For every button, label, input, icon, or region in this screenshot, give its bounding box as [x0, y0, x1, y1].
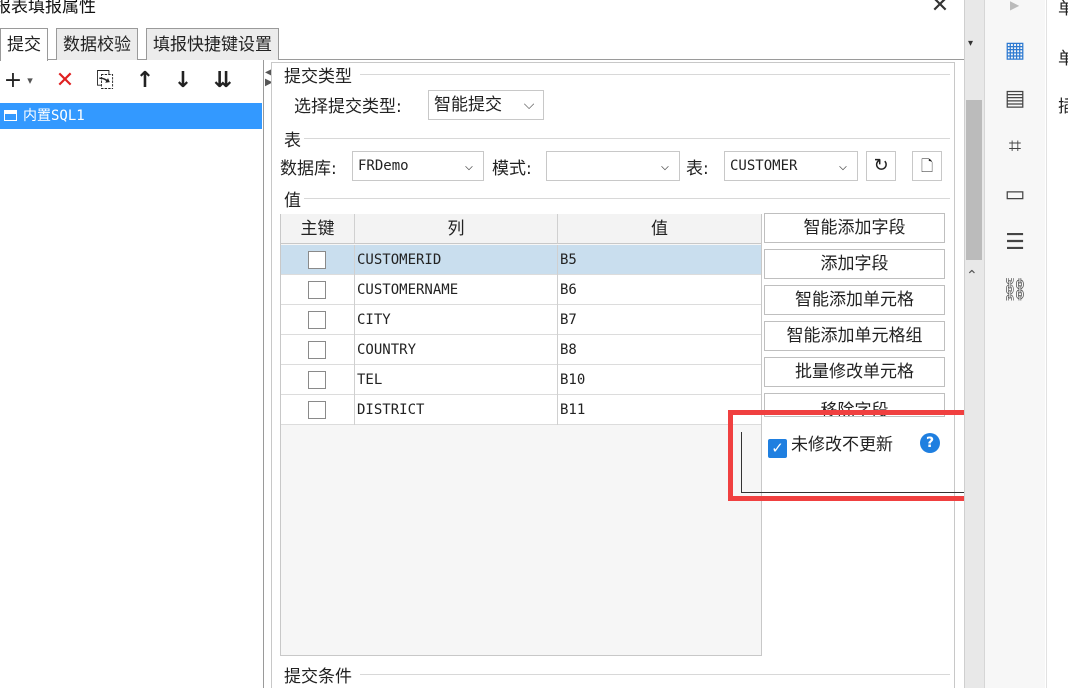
value-cell[interactable]: B6 [560, 275, 577, 305]
database-select[interactable]: FRDemo ⌵ [352, 151, 484, 181]
divider [360, 74, 950, 75]
chevron-down-icon: ⌵ [660, 158, 670, 174]
header-value[interactable]: 值 [558, 214, 761, 244]
divider [557, 245, 558, 275]
add-dropdown-icon[interactable]: ▾ [24, 66, 36, 96]
divider [557, 305, 558, 335]
copy-icon[interactable]: ⎘ [92, 66, 118, 96]
annotation-highlight [728, 410, 977, 501]
chevron-down-icon: ⌵ [838, 158, 848, 174]
divider [354, 275, 355, 305]
table-icon [4, 110, 17, 121]
tab-submit[interactable]: 提交 [0, 28, 48, 61]
dialog-titlebar [0, 0, 966, 26]
value-cell[interactable]: B11 [560, 395, 585, 425]
divider [360, 674, 950, 675]
smart-add-cell-group-button[interactable]: 智能添加单元格组 [764, 321, 945, 351]
add-field-button[interactable]: 添加字段 [764, 249, 945, 279]
border-icon[interactable]: ⌗ [1000, 132, 1030, 162]
play-icon[interactable]: ▶ [1010, 0, 1019, 12]
move-up-icon[interactable]: ↑ [132, 66, 158, 96]
tree-item-label: 内置SQL1 [23, 108, 85, 124]
divider [354, 365, 355, 395]
divider [557, 395, 558, 425]
dropdown-widget-icon[interactable]: ▭ [1000, 180, 1030, 210]
value-cell[interactable]: B10 [560, 365, 585, 395]
divider [557, 275, 558, 305]
tab-data-validation[interactable]: 数据校验 [56, 28, 138, 60]
tab-strip [0, 28, 966, 60]
widget-settings-icon[interactable]: ▤ [1000, 84, 1030, 114]
panel-label: 单 [1058, 49, 1068, 69]
divider [354, 245, 355, 275]
table-section-title: 表 [284, 131, 301, 151]
primary-key-checkbox[interactable] [308, 371, 326, 389]
primary-key-checkbox[interactable] [308, 341, 326, 359]
divider [354, 335, 355, 365]
tree-item-builtin-sql1[interactable]: 内置SQL1 [0, 103, 262, 129]
divider [304, 198, 950, 199]
value-cell[interactable]: B7 [560, 305, 577, 335]
divider [354, 305, 355, 335]
database-label: 数据库: [280, 159, 337, 179]
divider [304, 138, 950, 139]
table-row[interactable]: CUSTOMERID B5 [281, 245, 761, 275]
tab-shortcut-settings[interactable]: 填报快捷键设置 [146, 28, 279, 60]
smart-add-fields-button[interactable]: 智能添加字段 [764, 213, 945, 243]
chevron-down-icon[interactable]: ▾ [968, 38, 973, 49]
panel-label: 插 [1058, 97, 1068, 117]
header-primary-key[interactable]: 主键 [281, 214, 355, 244]
submit-type-section-title: 提交类型 [284, 67, 352, 87]
panel-label: 单 [1058, 0, 1068, 19]
chevron-up-icon[interactable]: ⌃ [966, 268, 978, 284]
column-name-cell[interactable]: CUSTOMERNAME [357, 275, 458, 305]
schema-select[interactable]: ⌵ [546, 151, 680, 181]
table-row[interactable]: TEL B10 [281, 365, 761, 395]
value-cell[interactable]: B5 [560, 245, 577, 275]
cell-attributes-icon[interactable]: ▦ [1000, 36, 1030, 66]
add-icon[interactable]: + [2, 66, 24, 96]
column-name-cell[interactable]: CITY [357, 305, 391, 335]
primary-key-checkbox[interactable] [308, 281, 326, 299]
link-icon[interactable]: ⛓ [1000, 276, 1030, 306]
batch-edit-cells-button[interactable]: 批量修改单元格 [764, 357, 945, 387]
schema-label: 模式: [492, 159, 532, 179]
table-row[interactable]: CUSTOMERNAME B6 [281, 275, 761, 305]
divider [557, 335, 558, 365]
layout-icon[interactable]: ☰ [1000, 228, 1030, 258]
table-row[interactable]: CITY B7 [281, 305, 761, 335]
table-label: 表: [686, 159, 709, 179]
divider [557, 365, 558, 395]
table-row[interactable]: DISTRICT B11 [281, 395, 761, 425]
value-section-title: 值 [284, 191, 301, 211]
submit-type-select[interactable]: 智能提交 ⌵ [428, 90, 544, 120]
primary-key-checkbox[interactable] [308, 251, 326, 269]
divider [354, 395, 355, 425]
chevron-down-icon: ⌵ [464, 158, 474, 174]
canvas-gray-area [966, 100, 982, 260]
preview-icon[interactable]: 🗋 [912, 151, 942, 181]
chevron-down-icon: ⌵ [523, 97, 535, 113]
submit-condition-section-title: 提交条件 [284, 667, 352, 687]
move-down-icon[interactable]: ↓ [170, 66, 196, 96]
submit-type-label: 选择提交类型: [294, 97, 402, 117]
submit-list-pane [0, 60, 264, 688]
primary-key-checkbox[interactable] [308, 401, 326, 419]
column-name-cell[interactable]: COUNTRY [357, 335, 416, 365]
table-row[interactable]: COUNTRY B8 [281, 335, 761, 365]
column-name-cell[interactable]: DISTRICT [357, 395, 424, 425]
delete-icon[interactable]: ✕ [52, 66, 78, 96]
dialog-title: 报表填报属性 [0, 0, 96, 17]
primary-key-checkbox[interactable] [308, 311, 326, 329]
table-select[interactable]: CUSTOMER ⌵ [724, 151, 858, 181]
header-column[interactable]: 列 [355, 214, 558, 244]
value-cell[interactable]: B8 [560, 335, 577, 365]
refresh-icon[interactable]: ↻ [866, 151, 896, 181]
column-name-cell[interactable]: TEL [357, 365, 382, 395]
smart-add-cells-button[interactable]: 智能添加单元格 [764, 285, 945, 315]
close-icon[interactable]: ✕ [928, 0, 952, 18]
column-name-cell[interactable]: CUSTOMERID [357, 245, 441, 275]
sort-icon[interactable]: ⇊ [208, 66, 238, 96]
